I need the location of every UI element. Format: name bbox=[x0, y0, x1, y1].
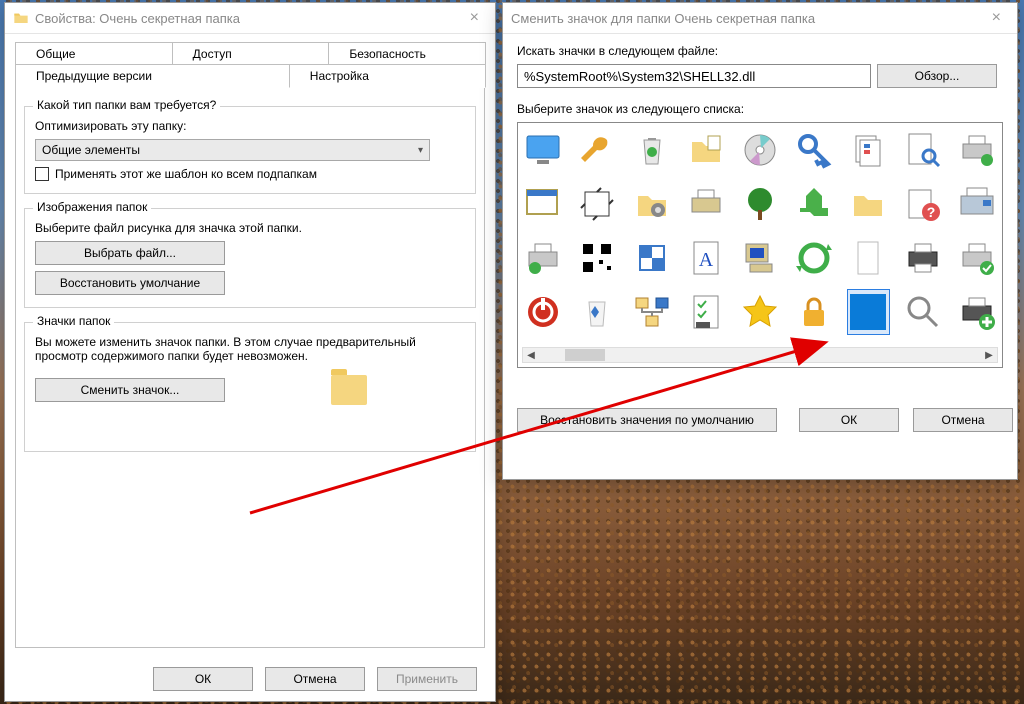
folder-images-legend: Изображения папок bbox=[33, 200, 151, 214]
folder-icons-group: Значки папок Вы можете изменить значок п… bbox=[24, 322, 476, 452]
window-settings-icon[interactable] bbox=[522, 181, 564, 227]
files-icon[interactable] bbox=[847, 127, 889, 173]
scroll-thumb[interactable] bbox=[565, 349, 605, 361]
cd-icon[interactable] bbox=[739, 127, 781, 173]
wrench-icon[interactable] bbox=[576, 127, 618, 173]
upload-icon[interactable] bbox=[793, 181, 835, 227]
chevron-down-icon: ▾ bbox=[418, 145, 423, 156]
optimize-combo-value: Общие элементы bbox=[42, 143, 418, 157]
qr-icon[interactable] bbox=[576, 235, 618, 281]
folder-icons-desc: Вы можете изменить значок папки. В этом … bbox=[35, 335, 435, 363]
folder-images-group: Изображения папок Выберите файл рисунка … bbox=[24, 208, 476, 308]
apply-button[interactable]: Применить bbox=[377, 667, 477, 691]
old-printer-icon[interactable] bbox=[685, 181, 727, 227]
browse-button[interactable]: Обзор... bbox=[877, 64, 997, 88]
apply-template-label: Применять этот же шаблон ко всем подпапк… bbox=[55, 167, 317, 181]
folder-item-icon[interactable] bbox=[685, 127, 727, 173]
printer-add-icon[interactable] bbox=[956, 289, 998, 335]
props-action-row: ОК Отмена Применить bbox=[5, 667, 495, 691]
shield-icon[interactable] bbox=[630, 235, 672, 281]
scroll-left-arrow-icon[interactable]: ◀ bbox=[523, 350, 539, 361]
choose-file-button[interactable]: Выбрать файл... bbox=[35, 241, 225, 265]
props-title: Свойства: Очень секретная папка bbox=[35, 11, 462, 26]
printer-icon[interactable] bbox=[902, 235, 944, 281]
blank-blue-icon[interactable] bbox=[847, 289, 889, 335]
folder-type-legend: Какой тип папки вам требуется? bbox=[33, 98, 220, 112]
network-icon[interactable] bbox=[630, 289, 672, 335]
ok-button[interactable]: ОК bbox=[153, 667, 253, 691]
restore-default-image-button[interactable]: Восстановить умолчание bbox=[35, 271, 225, 295]
scroll-right-arrow-icon[interactable]: ▶ bbox=[981, 350, 997, 361]
optimize-label: Оптимизировать эту папку: bbox=[35, 119, 465, 133]
folder-icons-legend: Значки папок bbox=[33, 314, 114, 328]
scroll-track[interactable] bbox=[539, 348, 981, 362]
refresh-icon[interactable] bbox=[793, 235, 835, 281]
key-icon[interactable] bbox=[793, 127, 835, 173]
recycle-bin-icon[interactable] bbox=[630, 127, 672, 173]
printer-checked-icon[interactable] bbox=[956, 235, 998, 281]
cancel-button[interactable]: Отмена bbox=[265, 667, 365, 691]
svg-text:A: A bbox=[699, 249, 714, 271]
star-icon[interactable] bbox=[739, 289, 781, 335]
icon-cancel-button[interactable]: Отмена bbox=[913, 408, 1013, 432]
search-doc-icon[interactable] bbox=[902, 127, 944, 173]
expand-icon[interactable] bbox=[576, 181, 618, 227]
folder-images-desc: Выберите файл рисунка для значка этой па… bbox=[35, 221, 465, 235]
checklist-icon[interactable] bbox=[685, 289, 727, 335]
tab-page-customize: Какой тип папки вам требуется? Оптимизир… bbox=[15, 88, 485, 648]
folder-plain-icon[interactable] bbox=[847, 181, 889, 227]
restore-defaults-button[interactable]: Восстановить значения по умолчанию bbox=[517, 408, 777, 432]
tab-sharing[interactable]: Доступ bbox=[172, 42, 330, 65]
help-icon[interactable]: ? bbox=[902, 181, 944, 227]
change-icon-dialog: Сменить значок для папки Очень секретная… bbox=[502, 2, 1018, 480]
folder-type-group: Какой тип папки вам требуется? Оптимизир… bbox=[24, 106, 476, 194]
tree-icon[interactable] bbox=[739, 181, 781, 227]
blank-doc-icon[interactable] bbox=[847, 235, 889, 281]
search-file-label: Искать значки в следующем файле: bbox=[517, 44, 1003, 58]
magnifier-icon[interactable] bbox=[902, 289, 944, 335]
recycle-bin2-icon[interactable] bbox=[576, 289, 618, 335]
svg-text:?: ? bbox=[926, 204, 935, 220]
tab-previous-versions[interactable]: Предыдущие версии bbox=[15, 64, 290, 88]
fax-printer-icon[interactable] bbox=[956, 181, 998, 227]
green-printer-icon[interactable] bbox=[522, 235, 564, 281]
icon-list-scrollbar[interactable]: ◀ ▶ bbox=[522, 347, 998, 363]
icon-list[interactable]: ? A bbox=[517, 122, 1003, 368]
font-doc-icon[interactable]: A bbox=[685, 235, 727, 281]
icon-file-path-input[interactable] bbox=[517, 64, 871, 88]
apply-template-checkbox[interactable] bbox=[35, 167, 49, 181]
icon-titlebar: Сменить значок для папки Очень секретная… bbox=[503, 3, 1017, 34]
tabs: Общие Доступ Безопасность Предыдущие вер… bbox=[15, 42, 485, 88]
folder-preview-icon bbox=[331, 375, 367, 405]
lock-icon[interactable] bbox=[793, 289, 835, 335]
tab-general[interactable]: Общие bbox=[15, 42, 173, 65]
tab-security[interactable]: Безопасность bbox=[328, 42, 486, 65]
close-icon[interactable]: × bbox=[462, 9, 487, 27]
folder-icon bbox=[13, 11, 29, 25]
monitor-blue-icon[interactable] bbox=[522, 127, 564, 173]
properties-dialog: Свойства: Очень секретная папка × Общие … bbox=[4, 2, 496, 702]
icon-dialog-button-row: Восстановить значения по умолчанию ОК От… bbox=[517, 408, 1003, 432]
icon-ok-button[interactable]: ОК bbox=[799, 408, 899, 432]
close-icon[interactable]: × bbox=[984, 9, 1009, 27]
icon-title: Сменить значок для папки Очень секретная… bbox=[511, 11, 984, 26]
optimize-combo[interactable]: Общие элементы ▾ bbox=[35, 139, 430, 161]
change-icon-button[interactable]: Сменить значок... bbox=[35, 378, 225, 402]
tab-customize[interactable]: Настройка bbox=[289, 64, 486, 88]
old-computer-icon[interactable] bbox=[739, 235, 781, 281]
select-icon-label: Выберите значок из следующего списка: bbox=[517, 102, 1003, 116]
props-titlebar: Свойства: Очень секретная папка × bbox=[5, 3, 495, 34]
network-printer-icon[interactable] bbox=[956, 127, 998, 173]
folder-gear-icon[interactable] bbox=[630, 181, 672, 227]
shutdown-icon[interactable] bbox=[522, 289, 564, 335]
